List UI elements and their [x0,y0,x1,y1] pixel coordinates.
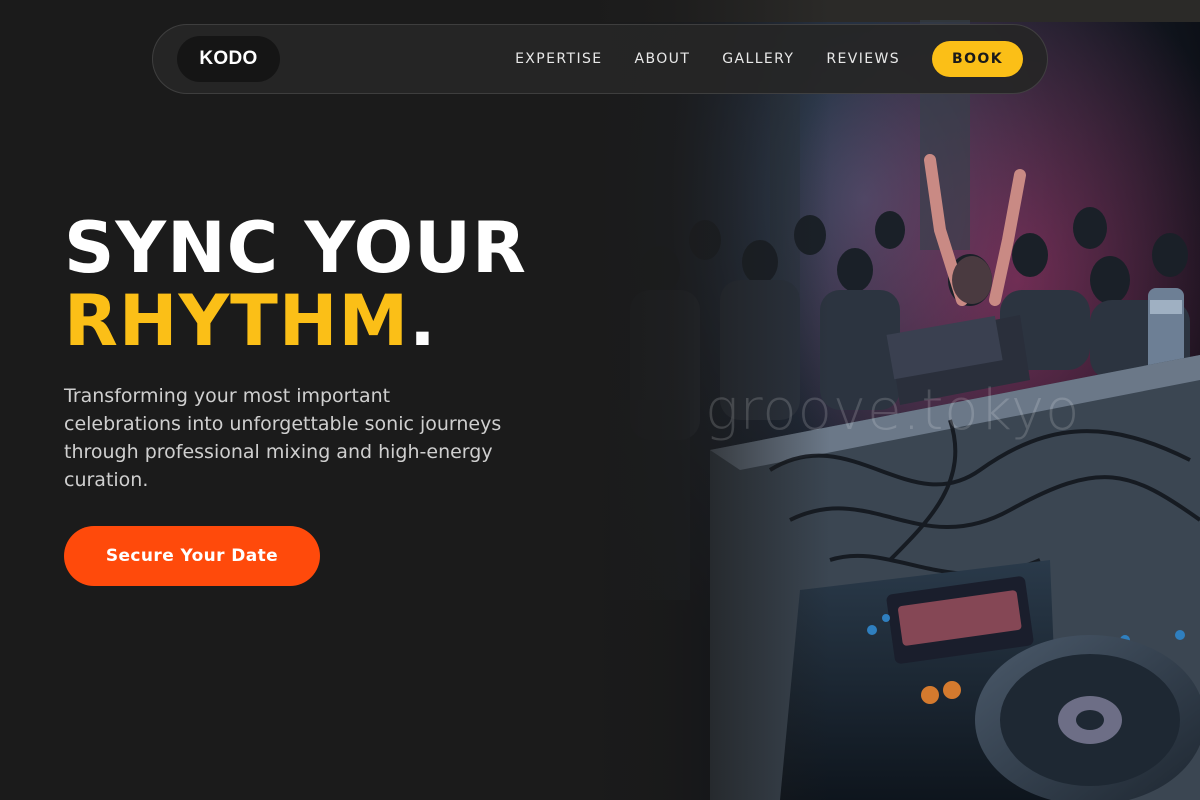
hero-title-line-2: RHYTHM. [64,285,527,358]
nav-link-reviews[interactable]: REVIEWS [826,51,900,67]
hero-description: Transforming your most important celebra… [64,385,502,491]
nav-link-about[interactable]: ABOUT [635,51,691,67]
hero-title: SYNC YOUR RHYTHM. [64,212,527,358]
secure-date-button[interactable]: Secure Your Date [64,526,320,586]
book-button[interactable]: BOOK [932,41,1023,77]
logo-button[interactable]: KODO [177,36,280,82]
nav-link-gallery[interactable]: GALLERY [722,51,794,67]
hero-photo: groove.tokyo [590,0,1200,800]
photo-watermark: groove.tokyo [705,378,1081,443]
hero-title-accent: RHYTHM [64,280,410,362]
navbar: KODO EXPERTISE ABOUT GALLERY REVIEWS BOO… [152,24,1048,94]
hero-title-period: . [409,280,437,362]
nav-link-expertise[interactable]: EXPERTISE [515,51,602,67]
hero-title-line-1: SYNC YOUR [64,207,527,289]
nav-links: EXPERTISE ABOUT GALLERY REVIEWS BOOK [515,41,1023,77]
